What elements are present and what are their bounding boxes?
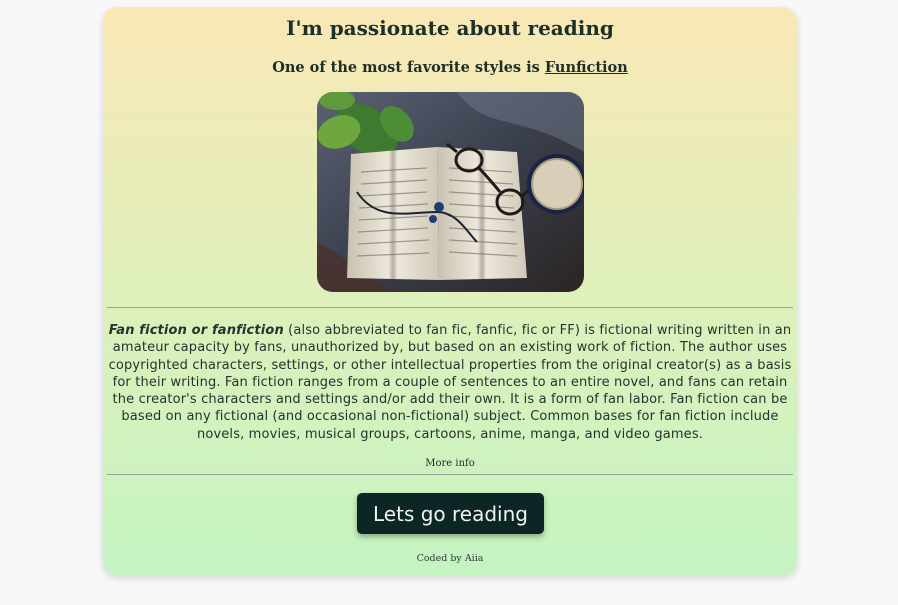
book-photo bbox=[317, 92, 584, 292]
subtitle: One of the most favorite styles is Funfi… bbox=[103, 59, 797, 76]
divider-top bbox=[107, 307, 793, 308]
fanfiction-text: (also abbreviated to fan fic, fanfic, fi… bbox=[108, 323, 792, 442]
lets-go-reading-button[interactable]: Lets go reading bbox=[357, 493, 544, 534]
funfiction-link[interactable]: Funfiction bbox=[545, 59, 628, 76]
fanfiction-description: Fan fiction or fanfiction (also abbrevia… bbox=[107, 322, 793, 443]
credit-text: Coded by Aiia bbox=[416, 553, 484, 564]
subtitle-text: One of the most favorite styles is bbox=[272, 59, 545, 76]
divider-bottom bbox=[107, 474, 793, 475]
content-card: I'm passionate about reading One of the … bbox=[103, 7, 797, 575]
fanfiction-term: Fan fiction or fanfiction bbox=[108, 323, 284, 338]
more-info-link[interactable]: More info bbox=[103, 458, 797, 469]
book-photo-illustration bbox=[317, 92, 584, 292]
page-title: I'm passionate about reading bbox=[286, 16, 614, 40]
